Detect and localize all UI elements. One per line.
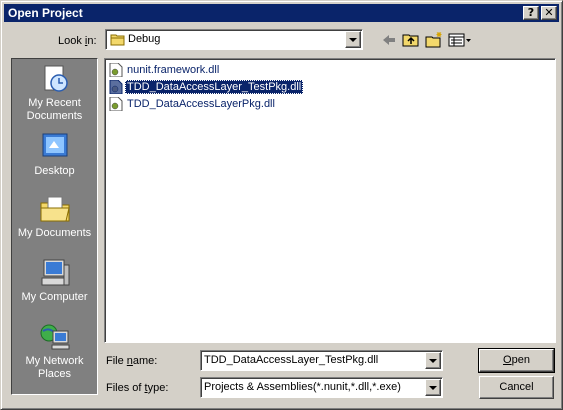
- look-in-value: Debug: [128, 33, 161, 45]
- place-desktop[interactable]: Desktop: [12, 131, 97, 178]
- file-name: nunit.framework.dll: [127, 64, 220, 76]
- new-folder-icon[interactable]: [424, 30, 444, 50]
- up-folder-icon[interactable]: [401, 30, 421, 50]
- places-bar: My Recent Documents Desktop My Documents: [11, 58, 98, 395]
- open-project-dialog: Open Project ? ✕ Look in: Debug My Recen…: [0, 0, 563, 410]
- look-in-dropdown-button[interactable]: [345, 31, 361, 48]
- file-list[interactable]: nunit.framework.dll TDD_DataAccessLayer_…: [104, 58, 556, 343]
- place-my-recent-documents[interactable]: My Recent Documents: [12, 63, 97, 123]
- file-name-value: TDD_DataAccessLayer_TestPkg.dll: [204, 354, 379, 366]
- dll-file-icon: [109, 80, 123, 94]
- files-of-type-value: Projects & Assemblies(*.nunit,*.dll,*.ex…: [204, 381, 401, 393]
- files-of-type-label: Files of type:: [106, 382, 169, 394]
- cancel-button[interactable]: Cancel: [479, 376, 554, 399]
- views-menu-icon[interactable]: [447, 30, 473, 50]
- my-documents-icon: [40, 196, 70, 222]
- place-label: My Network Places: [25, 355, 84, 380]
- place-my-documents[interactable]: My Documents: [12, 193, 97, 240]
- my-computer-icon: [41, 259, 69, 286]
- recent-documents-icon: [44, 65, 68, 92]
- dll-file-icon: [109, 97, 123, 111]
- title-bar[interactable]: Open Project ? ✕: [4, 4, 559, 22]
- look-in-label: Look in:: [58, 35, 97, 47]
- place-my-network-places[interactable]: My Network Places: [12, 321, 97, 381]
- place-label: My Documents: [17, 227, 92, 239]
- file-name-dropdown-button[interactable]: [425, 352, 441, 369]
- desktop-icon: [42, 133, 67, 157]
- place-label: My Computer: [21, 291, 88, 303]
- file-name-combo[interactable]: TDD_DataAccessLayer_TestPkg.dll: [200, 350, 443, 371]
- file-name: TDD_DataAccessLayer_TestPkg.dll: [125, 80, 304, 94]
- dialog-title: Open Project: [8, 6, 83, 20]
- dll-file-icon: [109, 63, 123, 77]
- file-name-label: File name:: [106, 355, 158, 367]
- files-of-type-dropdown-button[interactable]: [425, 379, 441, 396]
- back-arrow-icon[interactable]: [379, 30, 399, 50]
- place-label: Desktop: [34, 165, 75, 177]
- help-button[interactable]: ?: [523, 6, 539, 20]
- place-label: My Recent Documents: [26, 97, 83, 122]
- files-of-type-combo[interactable]: Projects & Assemblies(*.nunit,*.dll,*.ex…: [200, 377, 443, 398]
- network-places-icon: [40, 324, 69, 350]
- folder-icon: [110, 34, 125, 46]
- close-button[interactable]: ✕: [541, 6, 557, 20]
- file-name: TDD_DataAccessLayerPkg.dll: [127, 98, 275, 110]
- open-button[interactable]: Open: [478, 348, 555, 373]
- place-my-computer[interactable]: My Computer: [12, 257, 97, 304]
- look-in-combo[interactable]: Debug: [105, 29, 363, 50]
